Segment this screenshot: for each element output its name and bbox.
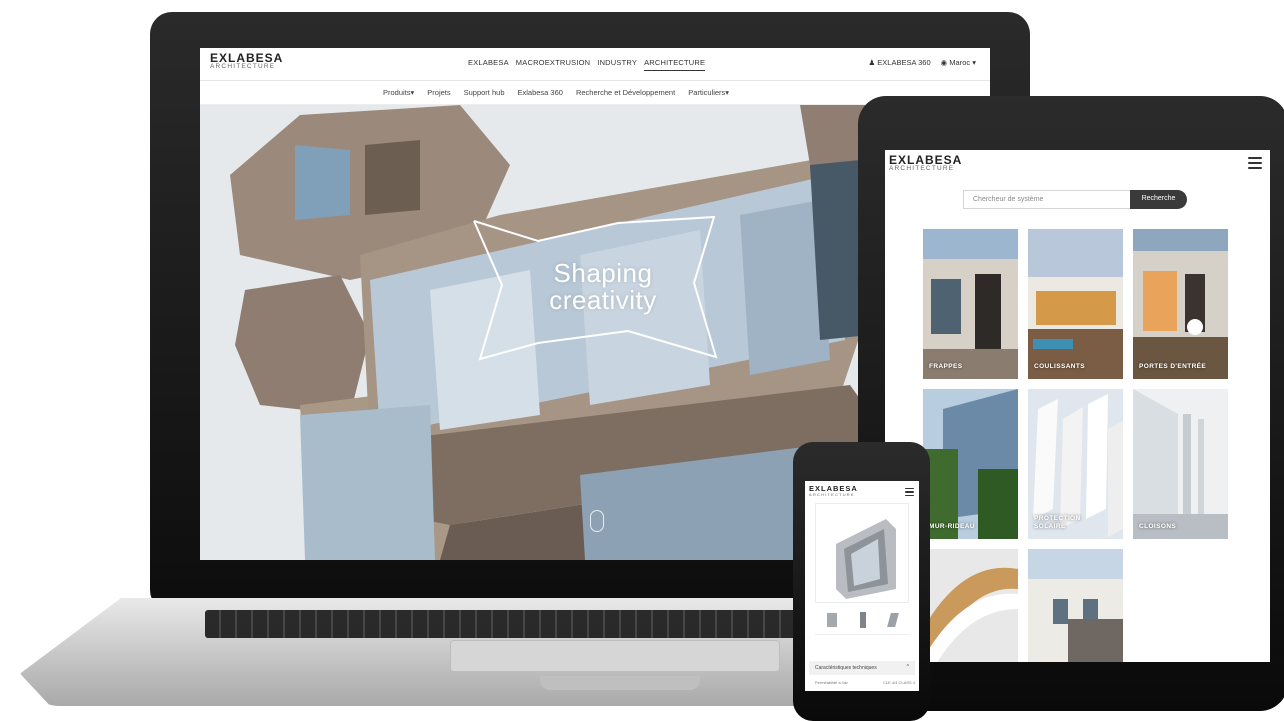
category-tile-sun-protection[interactable]: PROTECTION SOLAIRE	[1028, 389, 1123, 539]
nav-link-architecture[interactable]: ARCHITECTURE	[644, 58, 706, 71]
menu-icon[interactable]	[905, 488, 914, 497]
tile-label: MUR-RIDEAU	[929, 522, 975, 530]
tile-label: FRAPPES	[929, 362, 963, 370]
tile-image	[923, 229, 1018, 379]
spec-value: CLE 4/4 CLASS 4	[882, 680, 915, 685]
laptop-trackpad	[450, 640, 780, 672]
system-search-input[interactable]: Chercheur de système	[963, 190, 1130, 209]
tile-image	[1028, 549, 1123, 662]
account-link[interactable]: ♟ EXLABESA 360	[868, 58, 930, 67]
brand-subtitle: ARCHITECTURE	[210, 63, 276, 70]
tile-image	[1133, 229, 1228, 379]
account-link-label: EXLABESA 360	[877, 58, 931, 67]
tile-label: COULISSANTS	[1034, 362, 1085, 370]
brand-logo[interactable]: EXLABESA ARCHITECTURE	[809, 485, 858, 497]
hero-title-line2: creativity	[549, 285, 657, 316]
brand-subtitle: ARCHITECTURE	[889, 165, 955, 172]
nav-link-industry[interactable]: INDUSTRY	[597, 58, 637, 71]
tile-image	[1028, 229, 1123, 379]
tile-image	[923, 549, 1018, 662]
category-tile-8[interactable]	[1028, 549, 1123, 662]
search-button[interactable]: Recherche	[1130, 190, 1187, 209]
technical-specs-accordion[interactable]: Caractéristiques techniques ^	[809, 661, 915, 675]
product-thumbnails	[815, 605, 909, 635]
hero-title: Shaping creativity	[518, 258, 688, 316]
tile-image	[1133, 389, 1228, 539]
caret-down-icon: ▾	[725, 88, 730, 97]
category-tile-entrance-doors[interactable]: PORTES D'ENTRÉE	[1133, 229, 1228, 379]
brand-subtitle: ARCHITECTURE	[809, 491, 855, 497]
phone-screen: EXLABESA ARCHITECTURE Caractéristiques t…	[805, 481, 919, 691]
category-tile-frappes[interactable]: FRAPPES	[923, 229, 1018, 379]
tile-label: PORTES D'ENTRÉE	[1139, 362, 1207, 370]
category-tile-sliding[interactable]: COULISSANTS	[1028, 229, 1123, 379]
sub-nav-products[interactable]: Produits▾	[383, 88, 414, 97]
sub-nav-individuals-label: Particuliers	[688, 88, 726, 97]
tile-image	[923, 389, 1018, 539]
category-tile-7[interactable]	[923, 549, 1018, 662]
brand-logo[interactable]: EXLABESA ARCHITECTURE	[889, 154, 962, 173]
top-navbar: EXLABESA ARCHITECTURE EXLABESA MACROEXTR…	[200, 48, 990, 81]
thumbnail[interactable]	[826, 612, 837, 627]
region-selector-label: Maroc	[949, 58, 971, 67]
laptop-notch	[540, 676, 700, 690]
sub-nav-individuals[interactable]: Particuliers▾	[688, 88, 729, 97]
product-main-image	[815, 503, 909, 603]
category-tile-partitions[interactable]: CLOISONS	[1133, 389, 1228, 539]
menu-icon[interactable]	[1248, 157, 1262, 169]
thumbnail[interactable]	[859, 611, 866, 628]
category-tile-curtain-wall[interactable]: MUR-RIDEAU	[923, 389, 1018, 539]
sub-nav-products-label: Produits	[383, 88, 411, 97]
mouse-scroll-icon[interactable]	[590, 510, 604, 532]
tile-label: CLOISONS	[1139, 522, 1177, 530]
spec-label: Perméabilité à l'air	[815, 680, 848, 685]
utility-links: ♟ EXLABESA 360 ◉ Maroc ▾	[868, 58, 976, 67]
laptop-keyboard	[205, 610, 815, 638]
nav-link-exlabesa[interactable]: EXLABESA	[468, 58, 509, 71]
sub-nav-research[interactable]: Recherche et Développement	[576, 88, 675, 97]
spec-row: Perméabilité à l'air CLE 4/4 CLASS 4	[815, 680, 915, 685]
accordion-title: Caractéristiques techniques	[815, 665, 877, 671]
sub-nav-exlabesa-360[interactable]: Exlabesa 360	[518, 88, 563, 97]
region-selector[interactable]: ◉ Maroc ▾	[941, 58, 976, 67]
sub-nav-support-hub[interactable]: Support hub	[464, 88, 505, 97]
globe-icon: ◉	[940, 58, 948, 67]
caret-down-icon: ▾	[410, 88, 415, 97]
caret-down-icon: ▾	[972, 58, 976, 67]
user-icon: ♟	[868, 58, 876, 67]
tile-label-line2: SOLAIRE	[1034, 522, 1066, 530]
tile-label-line1: PROTECTION	[1034, 514, 1081, 522]
sub-nav-projects[interactable]: Projets	[427, 88, 450, 97]
thumbnail[interactable]	[887, 612, 900, 627]
tablet-screen: EXLABESA ARCHITECTURE Chercheur de systè…	[885, 150, 1270, 662]
hero-title-line1: Shaping	[553, 258, 653, 288]
window-profile-image	[836, 519, 896, 599]
chevron-up-icon: ^	[906, 664, 909, 670]
brand-logo[interactable]: EXLABESA ARCHITECTURE	[210, 52, 283, 71]
division-links: EXLABESA MACROEXTRUSION INDUSTRY ARCHITE…	[468, 58, 706, 71]
nav-link-macroextrusion[interactable]: MACROEXTRUSION	[516, 58, 590, 71]
tile-label: PROTECTION SOLAIRE	[1034, 515, 1081, 531]
